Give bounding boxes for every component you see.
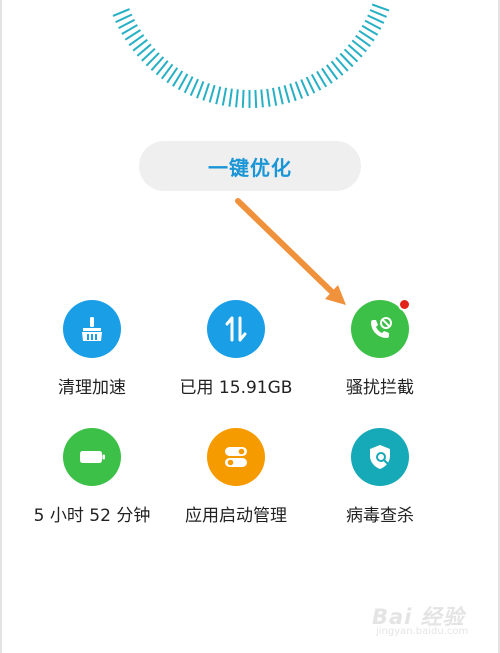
dial-tick — [235, 89, 239, 108]
tile-label-harassment: 骚扰拦截 — [346, 378, 414, 398]
tile-label-virus: 病毒查杀 — [346, 506, 414, 526]
tile-virus-scan[interactable]: 病毒查杀 — [308, 428, 452, 526]
dial-tick — [371, 3, 390, 12]
dial-tick — [289, 83, 297, 102]
dial-tick — [241, 89, 245, 108]
tools-grid: 清理加速 已用 15.91GB 骚扰拦截 5 小时 52 分钟 应用启动管理 病… — [20, 298, 452, 526]
dial-tick — [183, 76, 194, 94]
tile-battery-remaining[interactable]: 5 小时 52 分钟 — [20, 428, 164, 526]
tile-storage-usage[interactable]: 已用 15.91GB — [164, 300, 308, 398]
dial-tick — [215, 86, 222, 105]
dial-tick — [254, 89, 258, 108]
dial-tick — [300, 79, 310, 97]
dial-tick — [272, 87, 278, 106]
annotation-arrow-shaft — [235, 198, 335, 295]
tile-app-startup-manager[interactable]: 应用启动管理 — [164, 428, 308, 526]
shield-scan-icon — [351, 428, 409, 486]
dial-tick — [115, 13, 133, 24]
dial-tick — [369, 9, 387, 18]
blocked-call-icon — [351, 298, 411, 358]
dial-tick — [208, 84, 216, 103]
dial-tick — [283, 85, 291, 103]
one-click-optimize-button[interactable]: 一键优化 — [139, 141, 361, 191]
tile-label-startup: 应用启动管理 — [185, 506, 287, 526]
dial-tick — [196, 81, 205, 99]
dial-tick — [221, 87, 228, 106]
dial-tick — [189, 78, 199, 97]
battery-icon — [63, 428, 121, 486]
dial-tick — [294, 81, 304, 99]
tile-label-storage: 已用 15.91GB — [179, 378, 293, 398]
tile-cleanup-accelerate[interactable]: 清理加速 — [20, 300, 164, 398]
dial-tick — [266, 88, 271, 107]
dial-tick — [367, 14, 385, 24]
dial-tick — [305, 76, 316, 94]
tile-harassment-block[interactable]: 骚扰拦截 — [308, 298, 452, 398]
dial-tick — [202, 83, 210, 101]
watermark-url: jingyan.baidu.com — [376, 626, 469, 637]
tile-label-cleanup: 清理加速 — [58, 378, 126, 398]
broom-icon — [63, 300, 121, 358]
storage-arrows-icon — [207, 300, 265, 358]
tile-label-battery: 5 小时 52 分钟 — [33, 506, 151, 526]
dial-tick — [260, 89, 264, 108]
baidu-jingyan-watermark: Bai 经验 jingyan.baidu.com — [372, 601, 482, 641]
toggle-switches-icon — [207, 428, 265, 486]
notification-dot — [398, 298, 411, 311]
score-dial — [112, 3, 390, 108]
dial-tick — [228, 88, 233, 107]
dial-tick — [112, 8, 130, 17]
dial-tick — [277, 86, 284, 105]
